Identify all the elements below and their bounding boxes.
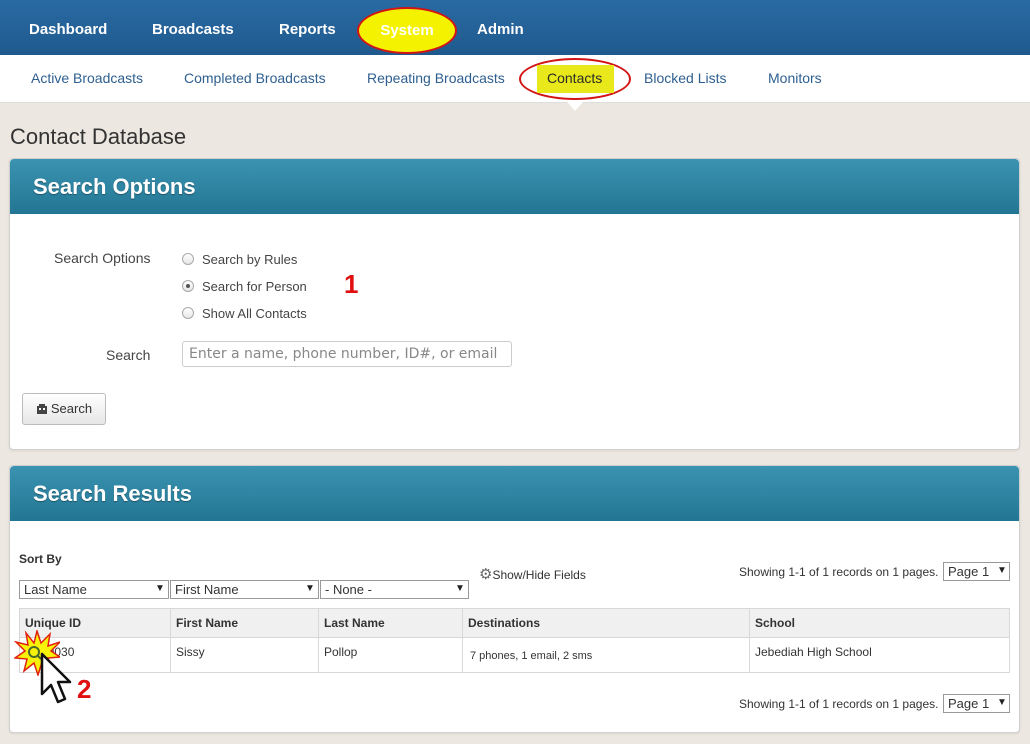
- nav-broadcasts[interactable]: Broadcasts: [152, 0, 234, 55]
- cell-first-name: Sissy: [170, 637, 319, 673]
- show-hide-fields-label: Show/Hide Fields: [492, 568, 586, 582]
- cell-school: Jebediah High School: [749, 637, 1010, 673]
- radio-label: Search for Person: [202, 279, 307, 294]
- subnav-contacts[interactable]: Contacts: [547, 55, 602, 103]
- page-title: Contact Database: [10, 124, 187, 149]
- cursor-arrow-icon: [40, 652, 72, 704]
- col-school[interactable]: School: [749, 608, 1010, 638]
- show-hide-fields-link[interactable]: ⚙Show/Hide Fields: [479, 565, 586, 583]
- search-button[interactable]: Search: [22, 393, 106, 425]
- radio-label: Show All Contacts: [202, 306, 307, 321]
- annotation-1: 1: [344, 269, 359, 299]
- nav-system[interactable]: System: [357, 0, 457, 55]
- subnav-monitors[interactable]: Monitors: [768, 55, 822, 103]
- col-destinations[interactable]: Destinations: [462, 608, 750, 638]
- radio-show-all-contacts[interactable]: Show All Contacts: [182, 306, 307, 321]
- subnav-blocked-lists[interactable]: Blocked Lists: [644, 55, 726, 103]
- top-nav: Dashboard Broadcasts Reports System Admi…: [0, 0, 1030, 55]
- sort-select-2[interactable]: First Name: [170, 580, 319, 599]
- col-last-name[interactable]: Last Name: [318, 608, 463, 638]
- radio-button[interactable]: [182, 253, 194, 265]
- search-results-panel: Search Results Sort By Last Name ▼ First…: [9, 465, 1020, 733]
- nav-dashboard[interactable]: Dashboard: [29, 0, 107, 55]
- search-button-label: Search: [50, 401, 93, 416]
- radio-search-by-rules[interactable]: Search by Rules: [182, 252, 297, 267]
- radio-button[interactable]: [182, 307, 194, 319]
- radio-search-for-person[interactable]: Search for Person: [182, 279, 307, 294]
- nav-reports[interactable]: Reports: [279, 0, 336, 55]
- cell-destinations: 7 phones, 1 email, 2 sms: [462, 637, 750, 673]
- radio-button-selected[interactable]: [182, 280, 194, 292]
- gear-icon: ⚙: [479, 566, 493, 583]
- annotation-2: 2: [77, 674, 92, 704]
- sort-select-3[interactable]: - None -: [320, 580, 469, 599]
- showing-text-bottom: Showing 1-1 of 1 records on 1 pages.: [739, 697, 939, 711]
- nav-admin[interactable]: Admin: [477, 0, 524, 55]
- search-options-label: Search Options: [54, 250, 151, 266]
- sort-select-1[interactable]: Last Name: [19, 580, 169, 599]
- col-first-name[interactable]: First Name: [170, 608, 319, 638]
- results-table: Unique ID First Name Last Name Destinati…: [19, 608, 1010, 673]
- subnav-active-broadcasts[interactable]: Active Broadcasts: [31, 55, 143, 103]
- search-input[interactable]: [182, 341, 512, 367]
- search-label: Search: [106, 347, 151, 363]
- page-select-bottom[interactable]: Page 1: [943, 694, 1010, 713]
- building-icon: [36, 404, 47, 414]
- sort-by-label: Sort By: [19, 552, 62, 566]
- subnav-completed-broadcasts[interactable]: Completed Broadcasts: [184, 55, 326, 103]
- radio-label: Search by Rules: [202, 252, 298, 267]
- search-options-title: Search Options: [10, 159, 1019, 214]
- table-header-row: Unique ID First Name Last Name Destinati…: [19, 608, 1010, 638]
- table-row[interactable]: 30030 Sissy Pollop 7 phones, 1 email, 2 …: [19, 637, 1010, 673]
- subnav-repeating-broadcasts[interactable]: Repeating Broadcasts: [367, 55, 505, 103]
- page-select-top[interactable]: Page 1: [943, 562, 1010, 581]
- cell-last-name: Pollop: [318, 637, 463, 673]
- search-options-panel: Search Options Search Options Search by …: [9, 158, 1020, 450]
- subnav-pointer: [567, 102, 583, 111]
- sub-nav: Active Broadcasts Completed Broadcasts R…: [0, 55, 1030, 111]
- search-results-title: Search Results: [10, 466, 1019, 521]
- cell-destinations-text: 7 phones, 1 email, 2 sms: [470, 650, 593, 662]
- showing-text-top: Showing 1-1 of 1 records on 1 pages.: [739, 565, 939, 579]
